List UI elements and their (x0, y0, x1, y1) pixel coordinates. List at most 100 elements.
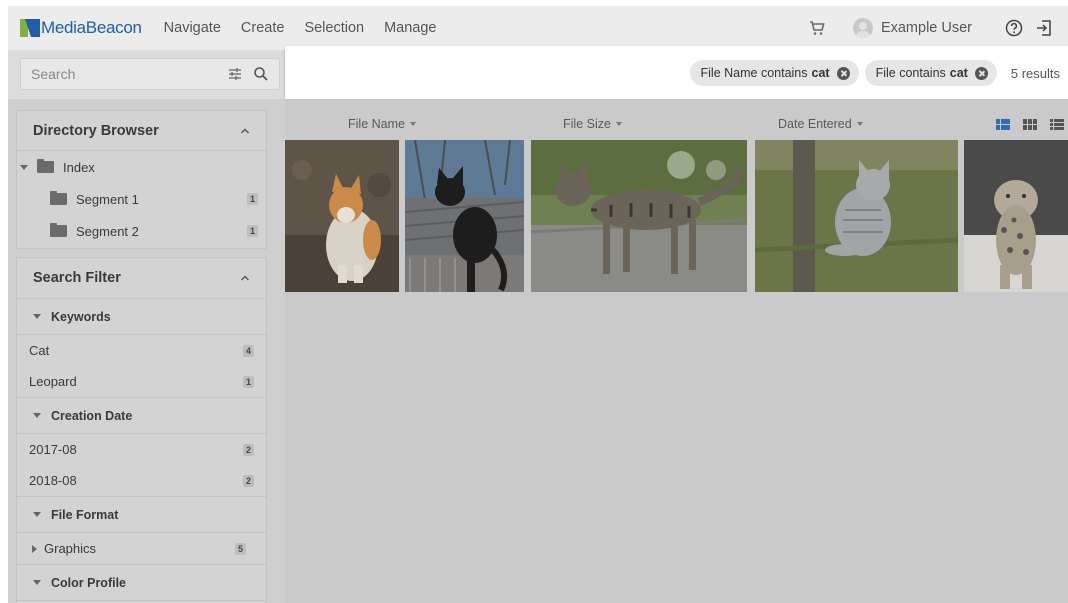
search-area (8, 50, 285, 99)
logo-mark-icon (20, 19, 40, 37)
view-switcher (983, 119, 1064, 130)
section-title: Keywords (51, 309, 111, 324)
nav-selection[interactable]: Selection (304, 20, 364, 36)
expand-caret-icon[interactable] (32, 544, 37, 553)
filter-option[interactable]: Cat 4 (17, 335, 266, 366)
search-filter-panel: Search Filter Keywords Cat 4 Leopard 1 C… (16, 257, 267, 603)
avatar-icon[interactable] (852, 18, 873, 38)
filter-option-label: 2017-08 (29, 442, 77, 457)
chip-term: cat (811, 66, 830, 80)
search-filter-header[interactable]: Search Filter (17, 258, 266, 298)
panel-title: Search Filter (33, 270, 121, 286)
sort-file-size[interactable]: File Size (563, 117, 622, 131)
tree-item-label: Index (63, 159, 95, 175)
main-nav: Navigate Create Selection Manage (164, 20, 457, 36)
collapse-chevron-icon[interactable] (240, 126, 250, 136)
column-label: File Size (563, 117, 611, 131)
filter-option-label: 2018-08 (29, 473, 77, 488)
tree-item-index[interactable]: Index (17, 151, 266, 183)
thumbnail-black-cat[interactable] (405, 140, 524, 292)
sort-caret-icon (409, 122, 416, 126)
directory-browser-panel: Directory Browser Index Segment 1 1 Segm… (16, 110, 267, 249)
cart-icon[interactable] (809, 20, 825, 36)
sort-file-name[interactable]: File Name (348, 117, 416, 131)
search-input[interactable] (21, 66, 227, 82)
logo-text: MediaBeacon (41, 18, 142, 37)
tree-item-label: Segment 2 (76, 223, 139, 239)
filter-option[interactable]: 2017-08 2 (17, 434, 266, 465)
filter-count-badge: 2 (242, 474, 254, 487)
remove-chip-icon[interactable] (974, 66, 988, 80)
results-area: File Name File Size Date Entered (285, 99, 1068, 603)
tree-item-label: Segment 1 (76, 191, 139, 207)
thumbnail-grey-cat-sitting[interactable] (755, 140, 958, 292)
logout-icon[interactable] (1034, 18, 1054, 38)
sort-date-entered[interactable]: Date Entered (778, 117, 863, 131)
folder-icon (50, 223, 67, 237)
filter-section-file-format[interactable]: File Format (17, 496, 266, 533)
filter-section-keywords[interactable]: Keywords (17, 298, 266, 335)
filter-chip-file-name[interactable]: File Name contains cat (689, 60, 859, 86)
filter-count-badge: 2 (242, 443, 254, 456)
chip-prefix: File contains (875, 66, 946, 80)
logo[interactable]: MediaBeacon (20, 6, 142, 50)
section-title: Color Profile (51, 575, 127, 590)
filter-section-color-profile[interactable]: Color Profile (17, 564, 266, 601)
nav-manage[interactable]: Manage (384, 20, 436, 36)
sidebar: Directory Browser Index Segment 1 1 Segm… (8, 99, 285, 603)
cat-photo (531, 140, 747, 292)
search-icon[interactable] (253, 66, 269, 82)
search-box (20, 58, 280, 90)
tree-item-segment-2[interactable]: Segment 2 1 (17, 215, 266, 247)
user-name[interactable]: Example User (881, 20, 972, 36)
filter-option-label: Cat (29, 343, 50, 358)
expand-caret-icon (33, 512, 41, 517)
thumbnail-orange-white-cat[interactable] (285, 140, 399, 292)
filter-option-label: Leopard (29, 374, 77, 389)
thumbnail-tabby-cat-walking[interactable] (531, 140, 747, 292)
top-right-controls: Example User (809, 6, 1054, 50)
remove-chip-icon[interactable] (836, 66, 850, 80)
sort-caret-icon (856, 122, 863, 126)
grid-large-icon[interactable] (996, 119, 1010, 130)
results-count: 5 results (1010, 65, 1060, 81)
expand-caret-icon (33, 580, 41, 585)
help-icon[interactable] (1004, 18, 1024, 38)
directory-browser-header[interactable]: Directory Browser (17, 111, 266, 151)
section-title: File Format (51, 507, 119, 522)
filter-count-badge: 5 (234, 542, 246, 555)
folder-icon (50, 191, 67, 205)
expand-caret-icon[interactable] (20, 164, 28, 170)
collapse-chevron-icon[interactable] (240, 273, 250, 283)
active-filters-bar: File Name contains cat File contains cat… (285, 46, 1068, 100)
panel-title: Directory Browser (33, 122, 159, 139)
item-count-badge: 1 (246, 193, 258, 205)
nav-navigate[interactable]: Navigate (164, 20, 221, 36)
cat-photo (405, 140, 524, 292)
cat-photo (285, 140, 399, 292)
column-label: File Name (348, 117, 405, 131)
cat-photo (755, 140, 958, 292)
list-view-icon[interactable] (1050, 119, 1064, 130)
filter-count-badge: 1 (242, 375, 254, 388)
nav-create[interactable]: Create (241, 20, 285, 36)
folder-icon (37, 159, 54, 173)
filter-option[interactable]: Graphics 5 (17, 533, 266, 564)
filter-option[interactable]: 2018-08 2 (17, 465, 266, 496)
expand-caret-icon (33, 314, 41, 319)
filter-chip-file-contents[interactable]: File contains cat (864, 60, 997, 86)
chip-term: cat (949, 66, 968, 80)
filter-count-badge: 4 (242, 344, 254, 357)
tree-item-segment-1[interactable]: Segment 1 1 (17, 183, 266, 215)
item-count-badge: 1 (246, 225, 258, 237)
filter-settings-icon[interactable] (227, 66, 243, 82)
column-label: Date Entered (778, 117, 852, 131)
filter-option[interactable]: Leopard 1 (17, 366, 266, 397)
chip-prefix: File Name contains (700, 66, 808, 80)
filter-section-creation-date[interactable]: Creation Date (17, 397, 266, 434)
top-bar: MediaBeacon Navigate Create Selection Ma… (8, 6, 1068, 50)
thumbnail-snow-leopard[interactable] (964, 140, 1068, 292)
expand-caret-icon (33, 413, 41, 418)
grid-small-icon[interactable] (1023, 119, 1037, 130)
section-title: Creation Date (51, 408, 133, 423)
